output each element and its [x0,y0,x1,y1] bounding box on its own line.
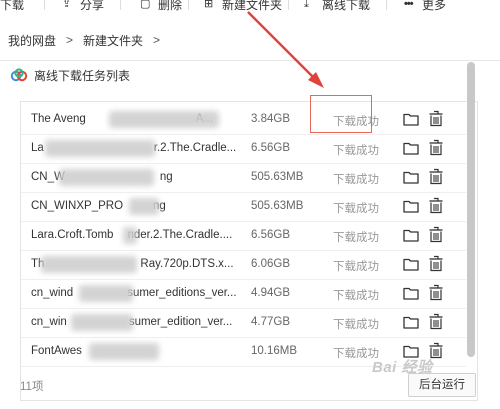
annotation-arrow [247,11,324,88]
